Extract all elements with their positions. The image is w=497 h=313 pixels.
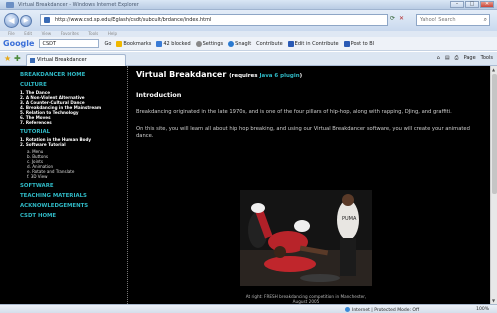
tools-menu[interactable]: Tools	[481, 55, 493, 61]
security-zone: Internet | Protected Mode: Off	[345, 307, 419, 313]
menu-edit[interactable]: Edit	[24, 31, 32, 36]
maximize-button[interactable]: □	[465, 1, 479, 8]
menu-file[interactable]: File	[8, 31, 15, 36]
feeds-icon[interactable]: ▤	[445, 55, 450, 61]
page-favicon-icon	[44, 17, 50, 23]
refresh-icon[interactable]: ⟳	[390, 15, 395, 22]
popup-blocker-icon	[156, 40, 163, 47]
requires-note: (requires Java 6 plugin)	[229, 73, 303, 79]
java-plugin-link[interactable]: Java 6 plugin	[259, 73, 299, 79]
globe-icon	[345, 307, 350, 312]
command-bar: ⌂ ▤ ⎙ Page Tools	[437, 55, 493, 61]
tutorial-list: 1. Rotation in the Human Body 2. Softwar…	[20, 137, 127, 147]
main-content: Virtual Breakdancer (requires Java 6 plu…	[136, 70, 481, 140]
page-content: BREAKDANCER HOME CULTURE 1. The Dance 2.…	[0, 66, 490, 304]
intro-paragraph: Breakdancing originated in the late 1970…	[136, 109, 452, 115]
home-icon[interactable]: ⌂	[437, 55, 440, 61]
gear-icon	[195, 40, 202, 47]
google-toolbar: Google CSDT Go Bookmarks 42 blocked Sett…	[0, 37, 497, 51]
section-heading: Introduction	[136, 91, 182, 99]
address-controls: ⟳ ✕	[390, 15, 404, 22]
culture-list: 1. The Dance 2. A Non-Violent Alternativ…	[20, 90, 127, 125]
scroll-up-icon[interactable]: ▲	[492, 67, 495, 72]
edit-in-contribute-button[interactable]: Edit in Contribute	[287, 40, 339, 47]
bookmarks-button[interactable]: Bookmarks	[116, 40, 151, 47]
contribute-button[interactable]: Contribute	[256, 41, 283, 47]
vertical-scrollbar[interactable]: ▲ ▼	[490, 66, 497, 304]
print-icon[interactable]: ⎙	[455, 55, 459, 61]
shirt-text: PUMA	[342, 216, 357, 222]
photo-caption: At right: FRESH breakdancing competition…	[245, 294, 367, 304]
back-button[interactable]: ◀	[4, 13, 19, 28]
nav-culture-item[interactable]: 7. References	[20, 120, 127, 125]
nav-csdt-home[interactable]: CSDT HOME	[20, 213, 127, 219]
stop-icon[interactable]: ✕	[399, 15, 404, 22]
breakdancer-photo: PUMA	[240, 190, 372, 286]
window-titlebar: Virtual Breakdancer - Windows Internet E…	[0, 0, 497, 10]
search-icon[interactable]: ⌕	[484, 16, 487, 24]
popup-blocked-button[interactable]: 42 blocked	[156, 40, 191, 47]
address-bar[interactable]: http://www.csd.sp.edu/Eglash/csdt/subcul…	[40, 14, 388, 26]
status-bar: Internet | Protected Mode: Off 100%	[0, 304, 497, 313]
window-controls: – □ ✕	[450, 1, 494, 8]
page-title: Virtual Breakdancer (requires Java 6 plu…	[136, 70, 303, 79]
settings-button[interactable]: Settings	[195, 40, 223, 47]
sidebar-nav: BREAKDANCER HOME CULTURE 1. The Dance 2.…	[0, 66, 128, 304]
breakdancer-image: PUMA	[240, 190, 372, 286]
snagit-button[interactable]: SnagIt	[228, 40, 251, 47]
tab-row: ★ ✚ Virtual Breakdancer ⌂ ▤ ⎙ Page Tools	[0, 52, 497, 66]
menu-help[interactable]: Help	[108, 31, 117, 36]
nav-tutorial-subitem[interactable]: f. 3D View	[20, 174, 127, 179]
nav-software[interactable]: SOFTWARE	[20, 183, 127, 189]
ie-icon	[6, 2, 14, 8]
star-icon	[116, 40, 123, 47]
search-input[interactable]	[417, 15, 479, 25]
menu-favorites[interactable]: Favorites	[61, 31, 79, 36]
scrollbar-thumb[interactable]	[492, 74, 497, 194]
minimize-button[interactable]: –	[450, 1, 464, 8]
close-button[interactable]: ✕	[480, 1, 494, 8]
tab-label: Virtual Breakdancer	[37, 57, 87, 63]
google-logo: Google	[3, 39, 35, 48]
tab-virtual-breakdancer[interactable]: Virtual Breakdancer	[26, 54, 126, 66]
nav-breakdancer-home[interactable]: BREAKDANCER HOME	[20, 72, 127, 78]
snagit-icon	[228, 40, 235, 47]
address-url: http://www.csd.sp.edu/Eglash/csdt/subcul…	[55, 17, 212, 23]
window-title: Virtual Breakdancer - Windows Internet E…	[18, 2, 139, 8]
nav-acknowledgements[interactable]: ACKNOWLEDGEMENTS	[20, 203, 127, 209]
tab-favicon-icon	[30, 58, 35, 63]
nav-culture[interactable]: CULTURE	[20, 82, 127, 88]
post-to-blog-button[interactable]: Post to Bl	[343, 40, 374, 47]
page-menu[interactable]: Page	[464, 55, 476, 61]
blog-icon	[343, 40, 350, 47]
menu-tools[interactable]: Tools	[88, 31, 98, 36]
menu-view[interactable]: View	[42, 31, 52, 36]
nav-teaching-materials[interactable]: TEACHING MATERIALS	[20, 193, 127, 199]
software-tutorial-list: a. Menu b. Buttons c. Joints d. Animatio…	[20, 149, 127, 179]
nav-tutorial[interactable]: TUTORIAL	[20, 129, 127, 135]
favorites-star-icon[interactable]: ★	[4, 54, 11, 63]
google-search-input[interactable]: CSDT	[39, 39, 100, 48]
add-favorite-icon[interactable]: ✚	[14, 54, 21, 63]
google-go-button[interactable]: Go	[104, 41, 111, 47]
intro-paragraph: On this site, you will learn all about h…	[136, 126, 470, 139]
search-box[interactable]: ⌕	[416, 14, 490, 26]
address-row: ◀ ▶ http://www.csd.sp.edu/Eglash/csdt/su…	[0, 10, 497, 31]
scroll-down-icon[interactable]: ▼	[492, 298, 495, 303]
edit-icon	[287, 40, 294, 47]
zoom-level[interactable]: 100%	[476, 307, 489, 312]
forward-button[interactable]: ▶	[20, 15, 32, 27]
nav-tutorial-item[interactable]: 2. Software Tutorial	[20, 142, 127, 147]
